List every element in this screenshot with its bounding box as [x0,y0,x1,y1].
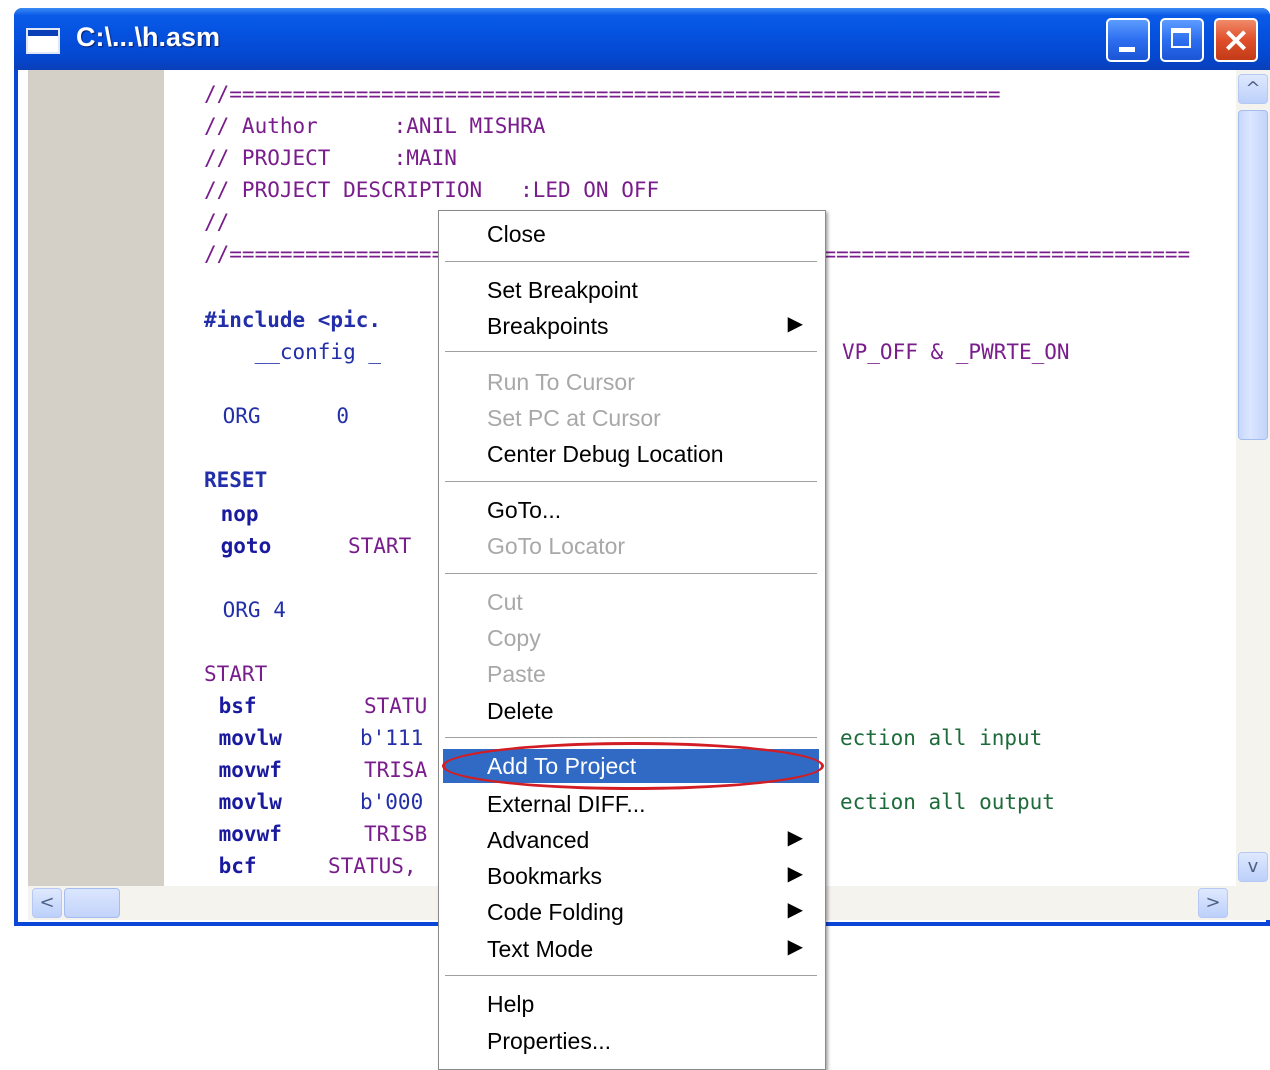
code-line: START [204,662,268,686]
menu-item-goto[interactable]: GoTo... [443,493,819,527]
menu-separator [445,975,817,977]
document-icon [26,28,60,54]
scroll-up-button[interactable]: ^ [1238,74,1268,104]
vertical-scroll-thumb[interactable] [1238,110,1268,440]
code-line: //======================================… [204,82,1001,106]
close-icon: × [1221,20,1251,60]
code-line: b'000 [360,790,424,814]
menu-separator [445,737,817,739]
code-line: bsf [206,694,257,718]
code-line: STATU [364,694,428,718]
submenu-arrow-icon: ▶ [787,827,803,849]
menu-separator [445,351,817,353]
submenu-arrow-icon: ▶ [787,313,803,335]
code-line: ection all output [840,790,1055,814]
code-line: TRISA [364,758,428,782]
chevron-left-icon: < [39,892,55,913]
menu-separator [445,481,817,483]
menu-item-properties[interactable]: Properties... [443,1024,819,1058]
menu-separator [445,573,817,575]
submenu-arrow-icon: ▶ [787,936,803,958]
code-line: nop [208,502,259,526]
menu-item-breakpoints[interactable]: Breakpoints ▶ [443,309,819,343]
chevron-up-icon: ^ [1245,78,1261,99]
context-menu: Close Set Breakpoint Breakpoints ▶ Run To… [438,210,826,1070]
code-line: ection all input [840,726,1043,750]
code-line: movwf [206,822,282,846]
menu-item-copy: Copy [487,625,541,651]
scroll-left-button[interactable]: < [32,888,62,918]
horizontal-scroll-thumb[interactable] [64,888,120,918]
menu-item-paste: Paste [487,661,546,687]
menu-separator [445,261,817,263]
close-button[interactable]: × [1214,18,1258,62]
code-line: b'111 [360,726,424,750]
menu-item-run-to-cursor: Run To Cursor [487,369,635,395]
code-line: VP_OFF & _PWRTE_ON [842,340,1070,364]
menu-item-set-breakpoint[interactable]: Set Breakpoint [443,273,819,307]
code-line: #include <pic. [204,308,382,332]
menu-item-add-to-project[interactable]: Add To Project [443,749,819,783]
code-line: // [204,210,230,234]
title-bar[interactable]: C:\...\h.asm × [14,8,1270,70]
code-line: goto [208,534,272,558]
menu-item-advanced[interactable]: Advanced ▶ [443,823,819,857]
menu-item-code-folding[interactable]: Code Folding ▶ [443,895,819,929]
scroll-right-button[interactable]: > [1198,888,1228,918]
menu-item-goto-locator: GoTo Locator [487,533,626,559]
code-line: movwf [206,758,282,782]
code-line: movlw [206,790,282,814]
menu-item-close[interactable]: Close [443,217,819,251]
menu-item-delete[interactable]: Delete [443,694,819,728]
code-line: ORG 4 [210,598,286,622]
window-title: C:\...\h.asm [76,22,221,52]
chevron-right-icon: > [1205,892,1221,913]
code-line: // PROJECT DESCRIPTION :LED ON OFF [204,178,660,202]
maximize-button[interactable] [1160,18,1204,62]
code-line: ORG 0 [210,404,350,428]
code-line: // Author :ANIL MISHRA [204,114,546,138]
vertical-scrollbar[interactable]: ^ v [1236,70,1270,886]
code-line: STATUS, [328,854,417,878]
code-line: bcf [206,854,257,878]
minimize-button[interactable] [1106,18,1150,62]
code-line: TRISB [364,822,428,846]
menu-item-text-mode[interactable]: Text Mode ▶ [443,932,819,966]
code-line: movlw [206,726,282,750]
menu-item-center-debug-location[interactable]: Center Debug Location [443,437,819,471]
code-line: RESET [204,468,268,492]
code-line: __config _ [204,340,382,364]
chevron-down-icon: v [1247,856,1259,877]
line-gutter[interactable] [28,70,164,886]
code-line: // PROJECT :MAIN [204,146,457,170]
menu-item-cut: Cut [487,589,523,615]
menu-item-external-diff[interactable]: External DIFF... [443,787,819,821]
submenu-arrow-icon: ▶ [787,899,803,921]
scroll-down-button[interactable]: v [1238,852,1268,882]
menu-item-bookmarks[interactable]: Bookmarks ▶ [443,859,819,893]
menu-item-set-pc-at-cursor: Set PC at Cursor [487,405,661,431]
menu-item-help[interactable]: Help [443,987,819,1021]
code-line: START [348,534,412,558]
submenu-arrow-icon: ▶ [787,863,803,885]
